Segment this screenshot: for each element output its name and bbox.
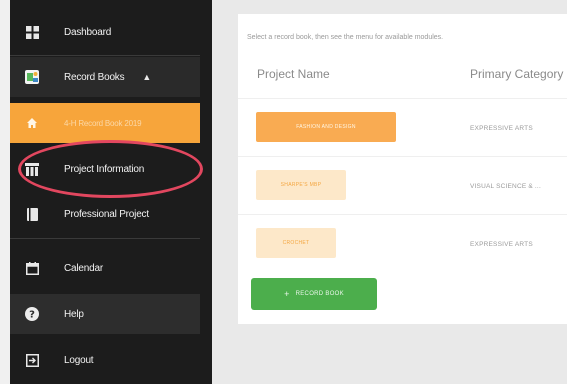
sidebar-item-label: Logout xyxy=(64,354,94,366)
project-button[interactable]: FASHION AND DESIGN xyxy=(256,112,396,142)
sidebar-item-label: Record Books xyxy=(64,71,125,83)
add-button-label: RECORD BOOK xyxy=(295,291,344,297)
svg-text:?: ? xyxy=(29,310,35,321)
record-books-icon xyxy=(24,69,40,85)
sidebar-item-dashboard[interactable]: Dashboard xyxy=(10,12,200,52)
table-cell-category: EXPRESSIVE ARTS xyxy=(470,241,533,248)
caret-up-icon: ▲ xyxy=(142,72,152,82)
logout-icon xyxy=(24,352,40,368)
sidebar-item-professional-project[interactable]: Professional Project xyxy=(10,194,200,234)
project-button[interactable]: SHARPE'S MBP xyxy=(256,170,346,200)
sidebar-item-label: 4-H Record Book 2019 xyxy=(64,118,142,128)
plus-icon: + xyxy=(284,289,290,299)
sidebar-divider xyxy=(10,238,200,239)
book-icon xyxy=(24,206,40,222)
table-cell-category: EXPRESSIVE ARTS xyxy=(470,125,533,132)
sidebar-item-label: Calendar xyxy=(64,262,103,274)
project-button[interactable]: CROCHET xyxy=(256,228,336,258)
sidebar-item-label: Help xyxy=(64,308,84,320)
sidebar-item-record-books[interactable]: Record Books ▲ xyxy=(10,57,200,97)
sidebar-item-label: Dashboard xyxy=(64,26,112,38)
table-divider xyxy=(238,156,567,157)
add-record-book-button[interactable]: + RECORD BOOK xyxy=(251,278,377,310)
sidebar-item-help[interactable]: ? Help xyxy=(10,294,200,334)
page-left-margin xyxy=(0,0,10,384)
column-header-project-name: Project Name xyxy=(257,67,330,81)
home-icon xyxy=(24,115,40,131)
question-icon: ? xyxy=(24,306,40,322)
column-header-primary-category: Primary Category xyxy=(470,67,564,81)
sidebar-item-logout[interactable]: Logout xyxy=(10,340,200,380)
table-cell-category: VISUAL SCIENCE & ... xyxy=(470,183,541,190)
instructions-text: Select a record book, then see the menu … xyxy=(247,34,444,41)
sidebar-divider xyxy=(10,55,200,56)
highlight-ring xyxy=(18,140,203,198)
table-divider xyxy=(238,214,567,215)
sidebar-item-label: Professional Project xyxy=(64,208,149,220)
sidebar-item-active-record-book[interactable]: 4-H Record Book 2019 xyxy=(10,103,200,143)
sidebar-item-calendar[interactable]: Calendar xyxy=(10,248,200,288)
table-divider xyxy=(238,98,567,99)
calendar-icon xyxy=(24,260,40,276)
grid-icon xyxy=(24,24,40,40)
